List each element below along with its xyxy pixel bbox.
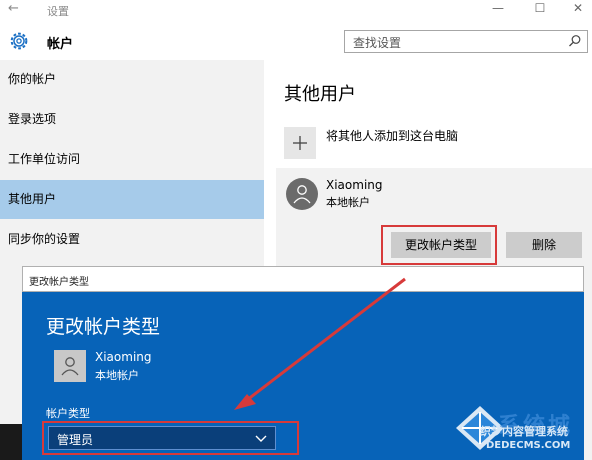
dialog-titlebar: 更改帐户类型: [22, 266, 584, 292]
settings-header: 帐户 查找设置: [0, 20, 592, 60]
close-button[interactable]: ✕: [568, 1, 588, 15]
taskbar: [0, 424, 22, 460]
watermark-line2: DEDECMS.COM: [486, 440, 571, 451]
search-placeholder: 查找设置: [353, 36, 402, 50]
search-icon[interactable]: [568, 34, 582, 48]
sidebar-item-work-access[interactable]: 工作单位访问: [0, 140, 264, 179]
main-content: 其他用户 将其他人添加到这台电脑 Xiaoming 本地帐户 更改帐户类型 删除: [264, 60, 592, 270]
minimize-button[interactable]: —: [488, 1, 508, 15]
add-user-button[interactable]: [284, 127, 316, 159]
user-card[interactable]: Xiaoming 本地帐户 更改帐户类型 删除: [276, 168, 592, 270]
user-account-type: 本地帐户: [326, 196, 370, 209]
maximize-button[interactable]: ☐: [530, 1, 550, 15]
window-titlebar: ← 设置 — ☐ ✕: [0, 0, 592, 20]
dialog-window-title: 更改帐户类型: [29, 277, 89, 288]
search-input[interactable]: 查找设置: [344, 30, 588, 53]
sidebar-item-other-users[interactable]: 其他用户: [0, 180, 264, 219]
section-title: 其他用户: [284, 84, 356, 105]
sidebar: 你的帐户 登录选项 工作单位访问 其他用户 同步你的设置: [0, 60, 264, 270]
dialog-avatar: [54, 350, 86, 382]
plus-icon: [293, 136, 307, 150]
sidebar-item-sync-settings[interactable]: 同步你的设置: [0, 220, 264, 259]
gear-icon: [10, 32, 28, 50]
dialog-user-name: Xiaoming: [95, 350, 152, 364]
sidebar-item-sign-in-options[interactable]: 登录选项: [0, 100, 264, 139]
dialog-heading: 更改帐户类型: [46, 316, 161, 338]
highlight-box: [381, 225, 497, 265]
dialog-user-type: 本地帐户: [95, 369, 139, 382]
account-type-label: 帐户类型: [46, 407, 90, 420]
user-name: Xiaoming: [326, 178, 383, 192]
user-icon: [293, 185, 311, 204]
window-title: 设置: [47, 5, 69, 18]
back-arrow-icon[interactable]: ←: [8, 1, 19, 16]
page-title: 帐户: [47, 37, 74, 52]
watermark-line1: 织梦内容管理系统: [480, 425, 568, 438]
avatar: [286, 178, 318, 210]
delete-button[interactable]: 删除: [506, 232, 582, 258]
select-highlight-box: [42, 421, 299, 455]
add-user-label[interactable]: 将其他人添加到这台电脑: [326, 127, 458, 144]
sidebar-item-your-account[interactable]: 你的帐户: [0, 60, 264, 99]
user-icon: [61, 357, 79, 376]
